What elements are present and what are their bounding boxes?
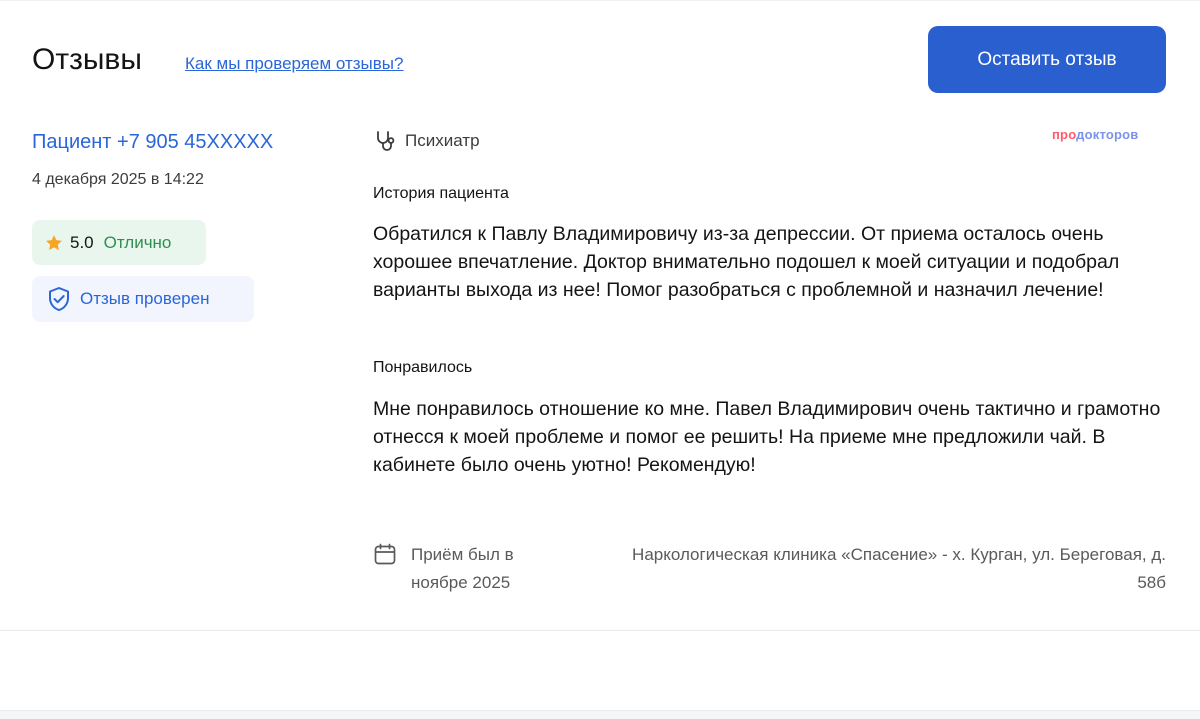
how-we-check-link[interactable]: Как мы проверяем отзывы? <box>185 54 403 74</box>
liked-text: Мне понравилось отношение ко мне. Павел … <box>373 398 1161 476</box>
story-heading: История пациента <box>373 185 509 202</box>
page-title: Отзывы <box>32 43 142 76</box>
bottom-divider <box>0 630 1200 631</box>
shield-check-icon <box>45 285 73 313</box>
star-icon <box>44 233 64 253</box>
stethoscope-icon <box>373 128 399 154</box>
visit-date: Приём был в ноябре 2025 <box>411 545 514 592</box>
calendar-icon <box>373 542 397 566</box>
logo-part-2: докторов <box>1076 127 1139 142</box>
verified-label: Отзыв проверен <box>80 289 210 308</box>
rating-badge: 5.0 Отлично <box>32 220 206 265</box>
top-divider <box>0 0 1200 1</box>
review-date: 4 декабря 2025 в 14:22 <box>32 171 204 188</box>
logo-part-1: про <box>1052 127 1077 142</box>
prodoktorov-logo: продокторов <box>1052 127 1138 142</box>
visit-info: Приём был в ноябре 2025 <box>373 541 571 597</box>
clinic-address: Наркологическая клиника «Спасение» - х. … <box>632 545 1166 592</box>
specialty: Психиатр <box>373 128 480 154</box>
rating-value: 5.0 <box>70 232 94 252</box>
specialty-label: Психиатр <box>405 131 480 150</box>
liked-heading: Понравилось <box>373 359 473 376</box>
rating-label: Отлично <box>103 232 172 252</box>
leave-review-button[interactable]: Оставить отзыв <box>928 26 1166 93</box>
verified-badge[interactable]: Отзыв проверен <box>32 276 254 322</box>
review-author[interactable]: Пациент +7 905 45XXXXX <box>32 130 273 154</box>
story-text: Обратился к Павлу Владимировичу из-за де… <box>373 223 1120 301</box>
